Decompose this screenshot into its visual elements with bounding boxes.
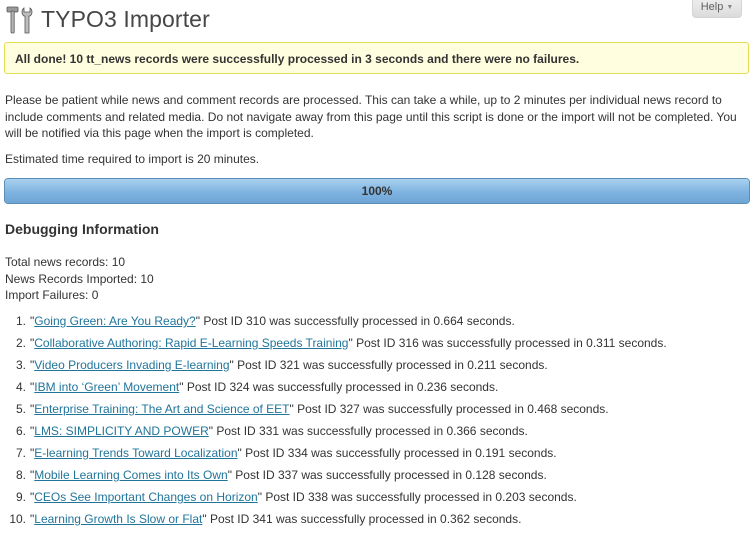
total-records-text: Total news records: 10 <box>5 255 126 269</box>
success-notice: All done! 10 tt_news records were succes… <box>4 42 749 74</box>
item-number: 2. <box>15 336 26 350</box>
record-status: Post ID 310 was successfully processed i… <box>199 314 515 328</box>
progress-label: 100% <box>361 184 393 198</box>
record-link[interactable]: LMS: SIMPLICITY AND POWER <box>34 424 208 438</box>
record-link[interactable]: Going Green: Are You Ready? <box>34 314 195 328</box>
help-label: Help <box>700 1 724 13</box>
list-item: 8. "Mobile Learning Comes into Its Own" P… <box>0 467 667 489</box>
list-item: 5. "Enterprise Training: The Art and Scie… <box>0 401 667 423</box>
record-status: Post ID 327 was successfully processed i… <box>293 402 609 416</box>
records-list: 1. "Going Green: Are You Ready?" Post ID … <box>0 313 667 533</box>
record-link[interactable]: Learning Growth Is Slow or Flat <box>34 512 202 526</box>
item-number: 9. <box>15 490 26 504</box>
list-item: 9. "CEOs See Important Changes on Horizon… <box>0 489 667 511</box>
imported-records-text: News Records Imported: 10 <box>5 271 154 286</box>
list-item: 7. "E-learning Trends Toward Localization… <box>0 445 667 467</box>
record-link[interactable]: Video Producers Invading E-learning <box>34 358 229 372</box>
estimate-text: Estimated time required to import is 20 … <box>5 152 260 166</box>
list-item: 3. "Video Producers Invading E-learning" … <box>0 357 667 379</box>
intro-paragraph: Please be patient while news and comment… <box>5 93 737 140</box>
notice-text: All done! 10 tt_news records were succes… <box>15 52 580 66</box>
item-number: 4. <box>15 380 26 394</box>
record-status: Post ID 337 was successfully processed i… <box>231 468 547 482</box>
list-item: 1. "Going Green: Are You Ready?" Post ID … <box>0 313 667 335</box>
page-title: TYPO3 Importer <box>41 6 210 32</box>
item-number: 8. <box>15 468 26 482</box>
record-status: Post ID 331 was successfully processed i… <box>213 424 528 438</box>
record-status: Post ID 316 was successfully processed i… <box>352 336 667 350</box>
list-item: 2. "Collaborative Authoring: Rapid E-Lear… <box>0 335 667 357</box>
item-number: 7. <box>15 446 26 460</box>
debug-heading: Debugging Information <box>5 221 159 237</box>
help-tab-button[interactable]: Help ▼ <box>692 0 742 18</box>
progress-bar: 100% <box>4 178 750 204</box>
record-link[interactable]: Collaborative Authoring: Rapid E-Learnin… <box>34 336 348 350</box>
importer-page: TYPO3 Importer Help ▼ All done! 10 tt_new… <box>0 0 756 536</box>
record-status: Post ID 321 was successfully processed i… <box>233 358 548 372</box>
record-status: Post ID 334 was successfully processed i… <box>241 446 557 460</box>
record-status: Post ID 324 was successfully processed i… <box>183 380 499 394</box>
record-link[interactable]: Enterprise Training: The Art and Science… <box>34 402 289 416</box>
chevron-down-icon: ▼ <box>726 4 734 11</box>
record-link[interactable]: Mobile Learning Comes into Its Own <box>34 468 227 482</box>
list-item: 10. "Learning Growth Is Slow or Flat" Pos… <box>0 511 667 533</box>
record-link[interactable]: E-learning Trends Toward Localization <box>34 446 237 460</box>
record-link[interactable]: CEOs See Important Changes on Horizon <box>34 490 257 504</box>
import-failures-text: Import Failures: 0 <box>5 288 99 302</box>
list-item: 6. "LMS: SIMPLICITY AND POWER" Post ID 33… <box>0 423 667 445</box>
record-status: Post ID 341 was successfully processed i… <box>206 512 522 526</box>
record-link[interactable]: IBM into ‘Green’ Movement <box>34 380 179 394</box>
item-number: 5. <box>15 402 26 416</box>
record-status: Post ID 338 was successfully processed i… <box>261 490 577 504</box>
item-number: 3. <box>15 358 26 372</box>
page-header: TYPO3 Importer Help ▼ <box>0 0 756 40</box>
item-number: 10. <box>9 512 26 526</box>
item-number: 1. <box>15 314 26 328</box>
item-number: 6. <box>15 424 26 438</box>
debug-stats: Total news records: 10 News Records Impo… <box>5 254 154 304</box>
tools-icon <box>6 6 33 34</box>
list-item: 4. "IBM into ‘Green’ Movement" Post ID 32… <box>0 379 667 401</box>
